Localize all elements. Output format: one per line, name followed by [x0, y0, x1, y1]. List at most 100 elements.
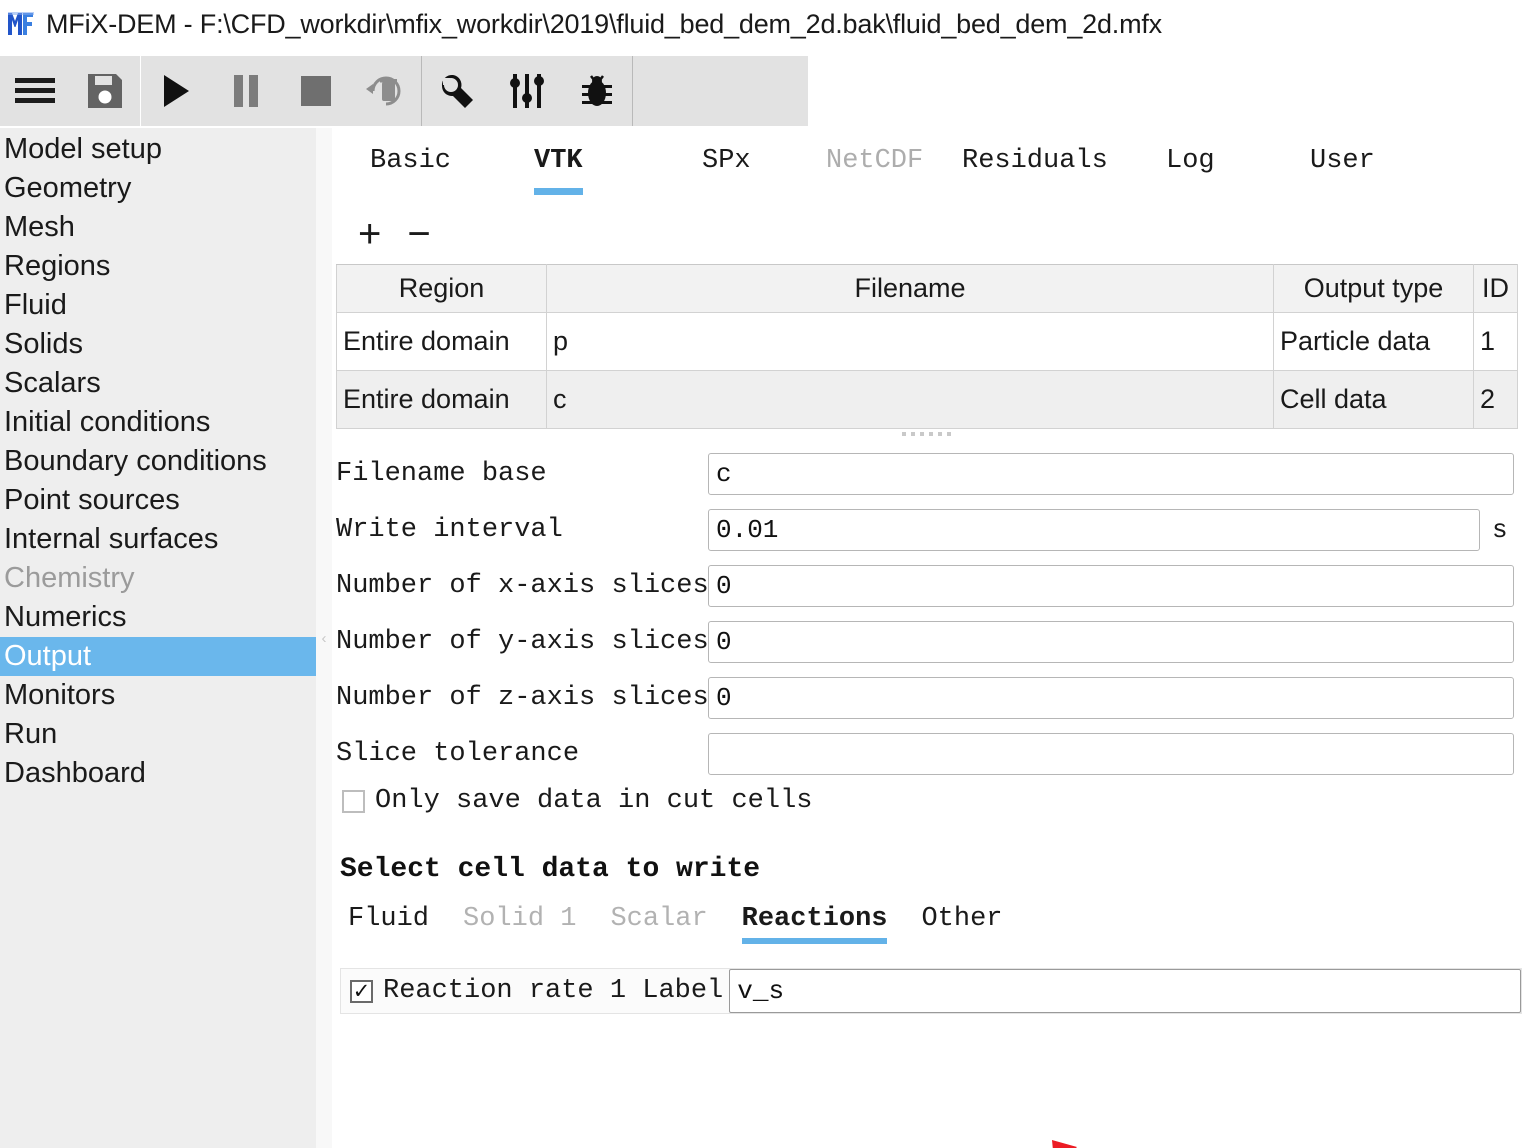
subtab-label: Solid 1	[463, 904, 577, 934]
region-cell[interactable]: Entire domain	[336, 312, 547, 371]
chevron-left-icon[interactable]: ‹	[322, 631, 327, 646]
id-cell[interactable]: 2	[1473, 370, 1518, 429]
sidebar-item-internal-surfaces[interactable]: Internal surfaces	[0, 520, 316, 559]
stop-icon	[281, 56, 351, 126]
sliders-icon[interactable]	[492, 56, 562, 126]
save-icon[interactable]	[70, 56, 140, 126]
filename-cell[interactable]: p	[546, 312, 1274, 371]
column-header-id[interactable]: ID	[1473, 264, 1518, 313]
sidebar-item-model-setup[interactable]: Model setup	[0, 130, 316, 169]
sidebar-splitter[interactable]: ‹	[316, 128, 332, 1148]
sidebar-item-boundary-conditions[interactable]: Boundary conditions	[0, 442, 316, 481]
check-icon: ✓	[352, 978, 371, 1003]
title-bar: MFiX-DEM - F:\CFD_workdir\mfix_workdir\2…	[0, 0, 1536, 48]
tab-log[interactable]: Log	[1166, 134, 1215, 188]
form-row-write-interval: Write interval 0.01 s	[336, 502, 1526, 558]
region-cell[interactable]: Entire domain	[336, 370, 547, 429]
input-number-of-y-axis-slices[interactable]: 0	[708, 621, 1514, 663]
red-arrow-icon	[1048, 1134, 1188, 1148]
label-filename-base: Filename base	[336, 459, 547, 489]
sidebar-item-fluid[interactable]: Fluid	[0, 286, 316, 325]
reaction-rate-1-checkbox[interactable]: ✓	[350, 978, 373, 1003]
sidebar-item-dashboard[interactable]: Dashboard	[0, 754, 316, 793]
reaction-rate-1-label: Reaction rate 1 Label	[383, 976, 724, 1006]
tab-basic[interactable]: Basic	[370, 134, 451, 188]
sidebar-item-point-sources[interactable]: Point sources	[0, 481, 316, 520]
subtab-solid-1: Solid 1	[463, 904, 576, 944]
form-row-number-of-y-axis-slices: Number of y-axis slices 0	[336, 614, 1526, 670]
cut-cells-checkbox[interactable]	[342, 789, 365, 813]
menu-icon[interactable]	[0, 56, 70, 126]
subtab-label: Fluid	[348, 904, 430, 934]
input-number-of-x-axis-slices[interactable]: 0	[708, 565, 1514, 607]
label-number-of-x-axis-slices: Number of x-axis slices	[336, 571, 709, 601]
column-header-filename[interactable]: Filename	[546, 264, 1274, 313]
sidebar-item-numerics[interactable]: Numerics	[0, 598, 316, 637]
tab-residuals[interactable]: Residuals	[962, 134, 1108, 188]
output-pane: Basic VTK SPx NetCDF Residuals Log User + − Re…	[332, 128, 1536, 1148]
subtab-fluid[interactable]: Fluid	[348, 904, 429, 944]
subtab-scalar: Scalar	[610, 904, 707, 944]
sidebar-item-regions[interactable]: Regions	[0, 247, 316, 286]
input-slice-tolerance[interactable]	[708, 733, 1514, 775]
table-row[interactable]: Entire domain p Particle data 1	[336, 312, 1518, 371]
cell-data-subtabs: Fluid Solid 1 Scalar Reactions Other	[348, 904, 1003, 944]
table-header: Region Filename Output type ID	[336, 264, 1518, 313]
sidebar-item-mesh[interactable]: Mesh	[0, 208, 316, 247]
subtab-label: Other	[921, 904, 1003, 934]
wrench-icon[interactable]	[422, 56, 492, 126]
subtab-label: Reactions	[741, 904, 888, 934]
tab-label: Log	[1166, 146, 1215, 176]
tab-spx[interactable]: SPx	[702, 134, 751, 188]
play-icon[interactable]	[141, 56, 211, 126]
input-filename-base[interactable]: c	[708, 453, 1514, 495]
reaction-rate-row: ✓ Reaction rate 1 Label v_s	[340, 968, 1522, 1014]
id-cell[interactable]: 1	[1473, 312, 1518, 371]
window-title: MFiX-DEM - F:\CFD_workdir\mfix_workdir\2…	[46, 8, 1162, 39]
add-vtk-output-button[interactable]: +	[358, 214, 381, 254]
sidebar-item-solids[interactable]: Solids	[0, 325, 316, 364]
tab-user[interactable]: User	[1310, 134, 1375, 188]
toolbar-group-run	[141, 56, 421, 126]
sidebar-item-scalars[interactable]: Scalars	[0, 364, 316, 403]
sidebar-item-chemistry: Chemistry	[4, 562, 135, 594]
bug-icon[interactable]	[562, 56, 632, 126]
sidebar-item-monitors[interactable]: Monitors	[0, 676, 316, 715]
sidebar-item-initial-conditions[interactable]: Initial conditions	[0, 403, 316, 442]
main-toolbar	[0, 56, 808, 126]
tab-vtk[interactable]: VTK	[534, 134, 583, 195]
tab-label: SPx	[702, 146, 751, 176]
table-form-splitter[interactable]	[336, 427, 1517, 441]
form-row-number-of-x-axis-slices: Number of x-axis slices 0	[336, 558, 1526, 614]
label-write-interval: Write interval	[336, 515, 563, 545]
column-header-region[interactable]: Region	[336, 264, 547, 313]
pause-icon	[211, 56, 281, 126]
toolbar-group-file	[0, 56, 140, 126]
label-number-of-y-axis-slices: Number of y-axis slices	[336, 627, 709, 657]
tab-label: VTK	[534, 146, 583, 176]
cut-cells-checkbox-row[interactable]: Only save data in cut cells	[342, 786, 812, 816]
output-type-cell[interactable]: Cell data	[1273, 370, 1474, 429]
form-row-slice-tolerance: Slice tolerance	[336, 726, 1526, 782]
input-number-of-z-axis-slices[interactable]: 0	[708, 677, 1514, 719]
sidebar-item-run[interactable]: Run	[0, 715, 316, 754]
label-number-of-z-axis-slices: Number of z-axis slices	[336, 683, 709, 713]
form-row-filename-base: Filename base c	[336, 446, 1526, 502]
subtab-other[interactable]: Other	[921, 904, 1002, 944]
tab-netcdf: NetCDF	[826, 134, 923, 188]
subtab-active-underline	[741, 938, 888, 944]
filename-cell[interactable]: c	[546, 370, 1274, 429]
cut-cells-label: Only save data in cut cells	[375, 786, 813, 816]
column-header-output-type[interactable]: Output type	[1273, 264, 1474, 313]
tab-label: Basic	[370, 146, 452, 176]
output-type-cell[interactable]: Particle data	[1273, 312, 1474, 371]
table-row[interactable]: Entire domain c Cell data 2	[336, 370, 1518, 429]
splitter-grip-icon	[902, 432, 951, 436]
remove-vtk-output-button[interactable]: −	[407, 214, 430, 254]
table-header-row: Region Filename Output type ID	[336, 264, 1518, 313]
sidebar-item-geometry[interactable]: Geometry	[0, 169, 316, 208]
reaction-rate-1-input[interactable]: v_s	[729, 969, 1521, 1013]
subtab-reactions[interactable]: Reactions	[741, 904, 888, 944]
sidebar-item-output[interactable]: Output	[0, 637, 316, 676]
input-write-interval[interactable]: 0.01	[708, 509, 1480, 551]
